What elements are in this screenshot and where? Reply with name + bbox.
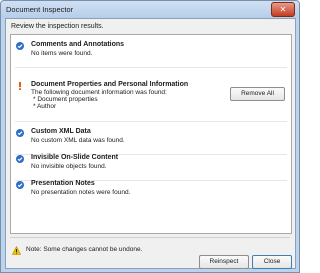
window-title: Document Inspector — [6, 5, 74, 14]
title-bar: Document Inspector ✕ — [1, 1, 299, 18]
warning-icon — [12, 246, 21, 255]
section-detail: No presentation notes were found. — [31, 189, 131, 196]
section-title: Presentation Notes — [31, 180, 95, 187]
section-detail-item: * Document properties — [33, 96, 98, 103]
section-title: Invisible On-Slide Content — [31, 154, 119, 161]
footer-note: Note: Some changes cannot be undone. — [26, 246, 143, 253]
remove-all-button[interactable]: Remove All — [230, 87, 285, 101]
check-icon — [16, 129, 24, 137]
document-inspector-dialog: Document Inspector ✕ Review the inspecti… — [0, 0, 300, 273]
check-icon — [16, 181, 24, 189]
divider — [15, 121, 287, 122]
check-icon — [16, 155, 24, 163]
divider — [15, 67, 287, 68]
check-icon — [16, 42, 24, 50]
section-comments: Comments and Annotations No items were f… — [11, 39, 291, 69]
exclamation-icon — [19, 82, 21, 90]
section-detail: No invisible objects found. — [31, 163, 107, 170]
dialog-body: Review the inspection results. Comments … — [5, 18, 296, 269]
footer-divider — [10, 237, 290, 238]
section-title: Comments and Annotations — [31, 41, 125, 48]
section-title: Document Properties and Personal Informa… — [31, 81, 189, 88]
window-close-button[interactable]: ✕ — [271, 2, 295, 17]
section-detail: No custom XML data was found. — [31, 137, 125, 144]
section-document-properties: Document Properties and Personal Informa… — [11, 79, 291, 119]
instruction-text: Review the inspection results. — [11, 23, 104, 30]
section-presentation-notes: Presentation Notes No presentation notes… — [11, 178, 291, 208]
results-panel: Comments and Annotations No items were f… — [10, 34, 292, 234]
close-button[interactable]: Close — [252, 255, 292, 269]
section-detail: The following document information was f… — [31, 89, 167, 96]
reinspect-button[interactable]: Reinspect — [199, 255, 249, 269]
section-title: Custom XML Data — [31, 128, 91, 135]
section-detail: No items were found. — [31, 50, 93, 57]
section-detail-item: * Author — [33, 103, 57, 110]
